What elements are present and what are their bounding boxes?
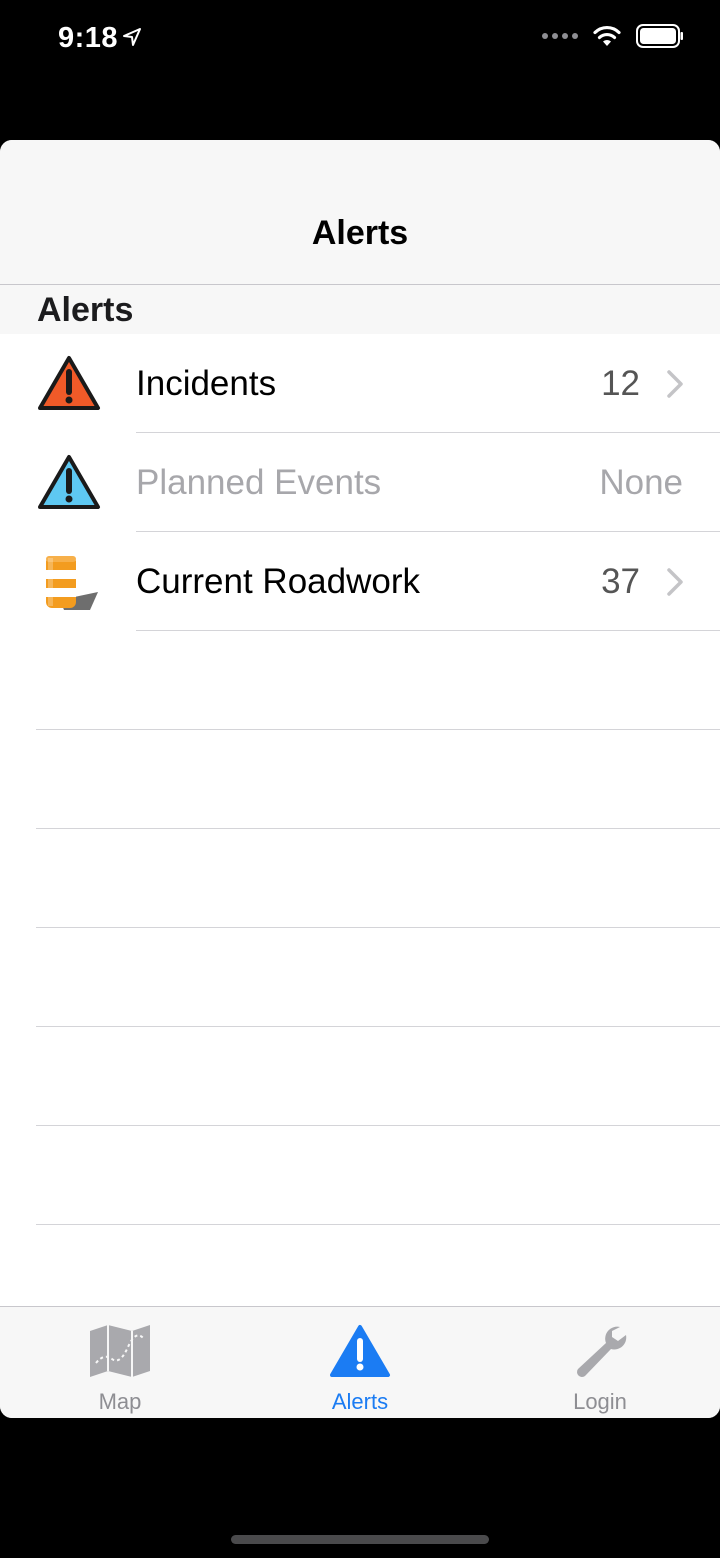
alert-icon — [330, 1325, 390, 1377]
planned-event-warning-icon — [38, 455, 100, 509]
tab-label: Login — [573, 1389, 627, 1414]
planned-events-row: Planned Events None — [0, 433, 720, 532]
row-label: Current Roadwork — [136, 562, 420, 601]
section-header: Alerts — [0, 285, 720, 334]
empty-table-rows — [0, 631, 720, 1225]
incident-warning-icon — [38, 356, 100, 410]
signal-dots-icon — [542, 33, 578, 39]
status-time: 9:18 — [58, 22, 119, 54]
tab-bar: Map Alerts Login — [0, 1306, 720, 1418]
empty-row — [36, 730, 720, 829]
home-indicator[interactable] — [231, 1535, 489, 1544]
tab-label: Alerts — [331, 1389, 389, 1414]
navigation-bar: Alerts — [0, 140, 720, 285]
row-count: None — [599, 463, 683, 502]
empty-row — [36, 1027, 720, 1126]
map-icon — [90, 1325, 150, 1377]
row-count: 12 — [601, 364, 640, 403]
tab-map[interactable]: Map — [0, 1307, 240, 1418]
alerts-sheet: Alerts Alerts Incidents 12 Planned Event… — [0, 140, 720, 1418]
empty-row — [36, 1126, 720, 1225]
status-bar: 9:18 — [0, 0, 720, 80]
location-arrow-icon — [123, 28, 141, 46]
row-count: 37 — [601, 562, 640, 601]
current-roadwork-row[interactable]: Current Roadwork 37 — [0, 532, 720, 631]
incidents-row[interactable]: Incidents 12 — [0, 334, 720, 433]
alerts-list: Incidents 12 Planned Events None Current… — [0, 334, 720, 631]
row-label: Incidents — [136, 364, 277, 403]
empty-row — [36, 829, 720, 928]
tab-label: Map — [98, 1389, 142, 1414]
tab-alerts[interactable]: Alerts — [240, 1307, 480, 1418]
section-title: Alerts — [37, 291, 134, 329]
empty-row — [36, 928, 720, 1027]
page-title: Alerts — [311, 214, 409, 252]
empty-row — [36, 631, 720, 730]
battery-icon — [636, 24, 683, 48]
chevron-right-icon — [667, 568, 683, 596]
wifi-icon — [593, 25, 621, 46]
roadwork-barrel-icon — [46, 556, 98, 610]
tab-login[interactable]: Login — [480, 1307, 720, 1418]
wrench-icon — [577, 1326, 627, 1377]
chevron-right-icon — [667, 370, 683, 398]
row-label: Planned Events — [136, 463, 382, 502]
